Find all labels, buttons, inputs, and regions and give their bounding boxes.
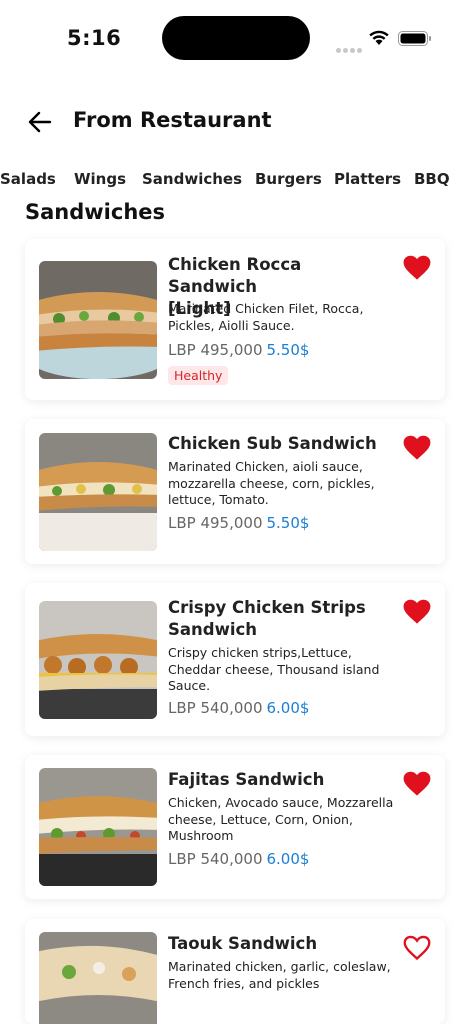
item-title-line: Fajitas Sandwich: [168, 770, 325, 789]
item-title-line: Crispy Chicken Strips: [168, 598, 366, 617]
item-description-line: French fries, and pickles: [168, 975, 320, 991]
item-image: [39, 768, 157, 886]
tab-bbq[interactable]: BBQ: [414, 170, 450, 188]
page-title: From Restaurant: [73, 108, 272, 132]
item-description-line: lettuce, Tomato.: [168, 492, 269, 507]
menu-item-card[interactable]: Chicken Rocca Sandwich [Light] Marinated…: [25, 239, 445, 400]
tab-wings[interactable]: Wings: [74, 170, 126, 188]
item-image: [39, 261, 157, 379]
item-title-line: Taouk Sandwich: [168, 934, 318, 953]
item-description-line: Pickles, Aiolli Sauce.: [168, 317, 295, 333]
menu-item-card[interactable]: Chicken Sub Sandwich Marinated Chicken, …: [25, 419, 445, 564]
item-description-line: Mushroom: [168, 828, 234, 843]
item-description: Marinated Chicken, aioli sauce, mozzarel…: [168, 459, 398, 509]
battery-icon: [398, 31, 431, 46]
item-title: Chicken Sub Sandwich: [168, 433, 393, 455]
price-usd: 5.50$: [266, 514, 310, 532]
price-usd: 6.00$: [266, 850, 310, 868]
price-lbp: LBP 540,000: [168, 699, 263, 717]
price-lbp: LBP 495,000: [168, 514, 263, 532]
item-description-line: Cheddar cheese, Thousand island: [168, 661, 380, 677]
item-description-line: Sauce.: [168, 678, 211, 693]
dynamic-island: [162, 16, 310, 60]
item-description-line: Marinated chicken, garlic, coleslaw,: [168, 959, 391, 974]
price-usd: 5.50$: [266, 341, 310, 359]
item-price: LBP 495,000 5.50$: [168, 341, 309, 359]
header: From Restaurant: [0, 100, 471, 144]
category-tabs: Salads Wings Sandwiches Burgers Platters…: [0, 168, 471, 194]
item-title-line: Sandwich: [168, 620, 258, 639]
item-image: [39, 932, 157, 1024]
price-usd: 6.00$: [266, 699, 310, 717]
item-title: Fajitas Sandwich: [168, 769, 393, 791]
heart-filled-icon[interactable]: [403, 255, 431, 281]
item-description-line: cheese, Lettuce, Corn, Onion,: [168, 811, 353, 827]
item-description-line: Crispy chicken strips,Lettuce,: [168, 645, 352, 660]
item-description-line: Chicken, Avocado sauce, Mozzarella: [168, 795, 394, 810]
item-title: Crispy Chicken Strips Sandwich: [168, 597, 393, 641]
item-description: Crispy chicken strips,Lettuce, Cheddar c…: [168, 645, 398, 695]
item-description: Marinated chicken, garlic, coleslaw, Fre…: [168, 959, 398, 992]
item-description: Marinated Chicken Filet, Rocca, Pickles,…: [168, 301, 398, 334]
back-button[interactable]: [24, 106, 56, 138]
item-description-line: mozzarella cheese, corn, pickles,: [168, 475, 375, 491]
heart-outline-icon[interactable]: [403, 935, 431, 961]
heart-filled-icon[interactable]: [403, 435, 431, 461]
item-price: LBP 540,000 6.00$: [168, 850, 309, 868]
tab-salads[interactable]: Salads: [0, 170, 56, 188]
item-description: Chicken, Avocado sauce, Mozzarella chees…: [168, 795, 398, 845]
item-title-line: Chicken Sub Sandwich: [168, 434, 377, 453]
section-title: Sandwiches: [25, 200, 166, 224]
item-description-line: Marinated Chicken Filet, Rocca,: [168, 301, 364, 316]
status-bar: 5:16: [0, 0, 471, 80]
heart-filled-icon[interactable]: [403, 771, 431, 797]
item-price: LBP 540,000 6.00$: [168, 699, 309, 717]
status-time: 5:16: [67, 26, 122, 50]
item-title-line: Chicken Rocca Sandwich: [168, 255, 302, 296]
status-icons: [336, 28, 436, 53]
cellular-signal-icon: [336, 38, 364, 57]
item-description-line: Marinated Chicken, aioli sauce,: [168, 459, 363, 474]
menu-item-card[interactable]: Taouk Sandwich Marinated chicken, garlic…: [25, 919, 445, 1024]
menu-item-card[interactable]: Crispy Chicken Strips Sandwich Crispy ch…: [25, 583, 445, 736]
heart-filled-icon[interactable]: [403, 599, 431, 625]
price-lbp: LBP 495,000: [168, 341, 263, 359]
item-image: [39, 601, 157, 719]
item-title: Taouk Sandwich: [168, 933, 393, 955]
item-price: LBP 495,000 5.50$: [168, 514, 309, 532]
item-image: [39, 433, 157, 551]
tab-burgers[interactable]: Burgers: [255, 170, 322, 188]
tab-platters[interactable]: Platters: [334, 170, 401, 188]
wifi-icon: [369, 30, 389, 45]
healthy-tag: Healthy: [168, 366, 229, 385]
arrow-left-icon: [28, 111, 52, 133]
price-lbp: LBP 540,000: [168, 850, 263, 868]
menu-item-card[interactable]: Fajitas Sandwich Chicken, Avocado sauce,…: [25, 755, 445, 899]
tab-sandwiches[interactable]: Sandwiches: [142, 170, 242, 188]
